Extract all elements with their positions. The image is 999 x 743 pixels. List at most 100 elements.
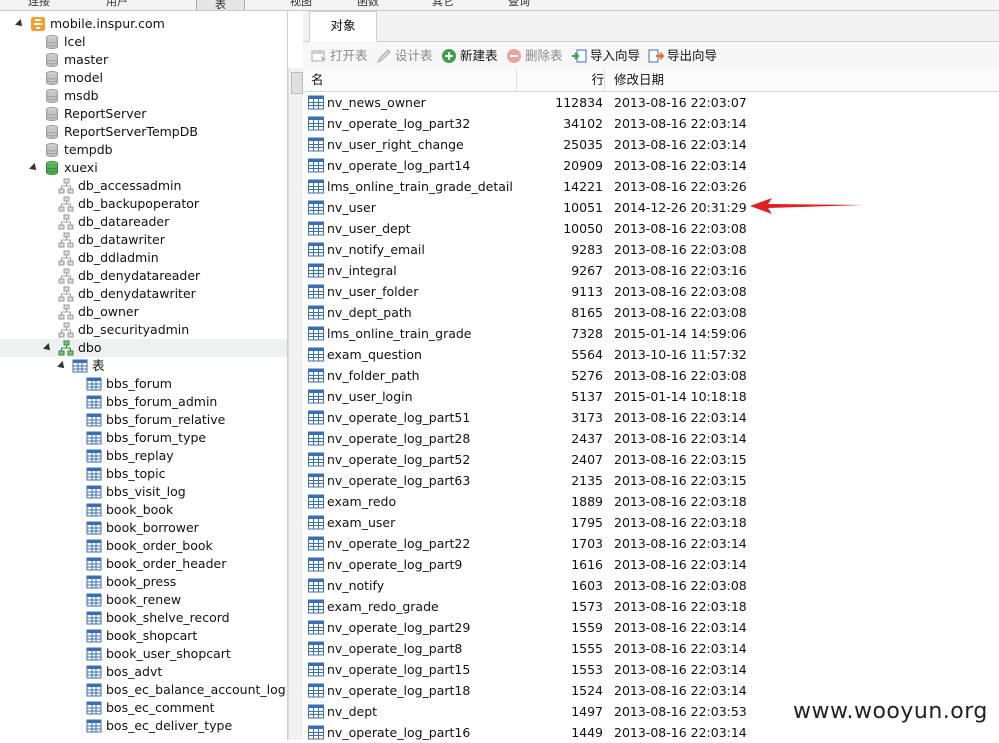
row-count: 1524 [571, 683, 603, 698]
tree-schema[interactable]: db_datareader [0, 213, 287, 231]
row-modified: 2013-08-16 22:03:08 [614, 305, 747, 320]
expand-arrow-icon[interactable] [29, 163, 39, 173]
tree-db[interactable]: ReportServerTempDB [0, 123, 287, 141]
tree-table[interactable]: bbs_topic [0, 465, 287, 483]
tree-schema-open[interactable]: dbo [0, 339, 287, 357]
menu-query[interactable]: 查询 [508, 0, 530, 9]
tree-table[interactable]: bos_advt [0, 663, 287, 681]
row-count: 2407 [571, 452, 603, 467]
table-row[interactable]: nv_user 10051 2014-12-26 20:31:29 [303, 197, 999, 218]
tree-table[interactable]: book_renew [0, 591, 287, 609]
tree-tables-folder[interactable]: 表 [0, 357, 287, 375]
col-rows-header[interactable]: 行 [517, 69, 605, 91]
table-row[interactable]: nv_operate_log_part51 3173 2013-08-16 22:0… [303, 407, 999, 428]
table-icon [86, 665, 102, 679]
expand-arrow-icon[interactable] [15, 19, 25, 29]
tree-schema[interactable]: db_securityadmin [0, 321, 287, 339]
expand-arrow-icon[interactable] [57, 361, 67, 371]
table-row[interactable]: nv_user_dept 10050 2013-08-16 22:03:08 [303, 218, 999, 239]
menu-table[interactable]: 表 [196, 0, 245, 10]
table-row[interactable]: nv_user_login 5137 2015-01-14 10:18:18 [303, 386, 999, 407]
table-row[interactable]: nv_operate_log_part32 34102 2013-08-16 22:… [303, 113, 999, 134]
table-row[interactable]: exam_user 1795 2013-08-16 22:03:18 [303, 512, 999, 533]
tree-schema[interactable]: db_backupoperator [0, 195, 287, 213]
table-row[interactable]: nv_operate_log_part63 2135 2013-08-16 22:0… [303, 470, 999, 491]
tree-schema[interactable]: db_denydatawriter [0, 285, 287, 303]
table-row[interactable]: exam_question 5564 2013-10-16 11:57:32 [303, 344, 999, 365]
menu-connect[interactable]: 连接 [28, 0, 50, 9]
table-row[interactable]: nv_operate_log_part15 1553 2013-08-16 22:0… [303, 659, 999, 680]
col-modified-header[interactable]: 修改日期 [605, 69, 994, 91]
table-row[interactable]: nv_notify_email 9283 2013-08-16 22:03:08 [303, 239, 999, 260]
table-row[interactable]: exam_redo_grade 1573 2013-08-16 22:03:18 [303, 596, 999, 617]
table-row[interactable]: nv_dept_path 8165 2013-08-16 22:03:08 [303, 302, 999, 323]
tree-table[interactable]: bbs_visit_log [0, 483, 287, 501]
row-modified: 2013-08-16 22:03:14 [614, 683, 747, 698]
tree-table[interactable]: book_press [0, 573, 287, 591]
table-row[interactable]: nv_notify 1603 2013-08-16 22:03:08 [303, 575, 999, 596]
tree-table[interactable]: bbs_forum_type [0, 429, 287, 447]
row-name: lms_online_train_grade [327, 326, 472, 341]
menu-view[interactable]: 视图 [290, 0, 312, 9]
tree-schema[interactable]: db_datawriter [0, 231, 287, 249]
table-row[interactable]: lms_online_train_grade_detail 14221 2013-0… [303, 176, 999, 197]
tree-db[interactable]: master [0, 51, 287, 69]
table-row[interactable]: nv_news_owner 112834 2013-08-16 22:03:07 [303, 92, 999, 113]
tree-schema[interactable]: db_accessadmin [0, 177, 287, 195]
tree-table[interactable]: bos_ec_comment [0, 699, 287, 717]
table-row[interactable]: nv_operate_log_part52 2407 2013-08-16 22:0… [303, 449, 999, 470]
table-row[interactable]: nv_folder_path 5276 2013-08-16 22:03:08 [303, 365, 999, 386]
table-row[interactable]: nv_operate_log_part8 1555 2013-08-16 22:03… [303, 638, 999, 659]
menu-function[interactable]: 函数 [357, 0, 379, 9]
tab-objects[interactable]: 对象 [309, 11, 377, 42]
tree-table[interactable]: book_book [0, 501, 287, 519]
tree-table[interactable]: book_order_book [0, 537, 287, 555]
table-icon [86, 467, 102, 481]
table-row[interactable]: exam_redo 1889 2013-08-16 22:03:18 [303, 491, 999, 512]
tree-table[interactable]: bbs_forum [0, 375, 287, 393]
table-row[interactable]: nv_operate_log_part28 2437 2013-08-16 22:0… [303, 428, 999, 449]
table-row[interactable]: nv_operate_log_part22 1703 2013-08-16 22:0… [303, 533, 999, 554]
menu-user[interactable]: 用户 [106, 0, 128, 9]
table-row[interactable]: lms_online_train_grade 7328 2015-01-14 14:… [303, 323, 999, 344]
tree-table[interactable]: book_borrower [0, 519, 287, 537]
table-icon [308, 431, 324, 446]
tree-schema[interactable]: db_owner [0, 303, 287, 321]
tree-table[interactable]: bbs_forum_admin [0, 393, 287, 411]
tree-db[interactable]: lcel [0, 33, 287, 51]
table-icon [308, 95, 324, 110]
tree-db[interactable]: tempdb [0, 141, 287, 159]
tree-table[interactable]: book_order_header [0, 555, 287, 573]
tree-table[interactable]: book_user_shopcart [0, 645, 287, 663]
table-row[interactable]: nv_operate_log_part9 1616 2013-08-16 22:03… [303, 554, 999, 575]
row-count: 25035 [563, 137, 603, 152]
tree-table[interactable]: book_shelve_record [0, 609, 287, 627]
table-row[interactable]: nv_operate_log_part14 20909 2013-08-16 22:… [303, 155, 999, 176]
tree-table[interactable]: book_shopcart [0, 627, 287, 645]
tree-table[interactable]: bos_ec_deliver_type [0, 717, 287, 735]
tree-db[interactable]: model [0, 69, 287, 87]
tree-server[interactable]: mobile.inspur.com [0, 15, 287, 33]
table-row[interactable]: nv_operate_log_part18 1524 2013-08-16 22:0… [303, 680, 999, 701]
tree-scrollbar[interactable] [288, 68, 303, 740]
table-row[interactable]: nv_operate_log_part29 1559 2013-08-16 22:0… [303, 617, 999, 638]
schema-icon [58, 322, 74, 338]
tree-table[interactable]: bbs_replay [0, 447, 287, 465]
tree-db-open[interactable]: xuexi [0, 159, 287, 177]
table-icon [86, 431, 102, 445]
row-name: exam_question [327, 347, 422, 362]
tree-db[interactable]: ReportServer [0, 105, 287, 123]
tree-schema[interactable]: db_denydatareader [0, 267, 287, 285]
tree-table[interactable]: bbs_forum_relative [0, 411, 287, 429]
menu-other[interactable]: 其它 [432, 0, 454, 9]
tree-table[interactable]: bos_ec_balance_account_log [0, 681, 287, 699]
scrollbar-thumb[interactable] [291, 72, 303, 94]
col-name-header[interactable]: 名 [303, 69, 517, 91]
tree-db[interactable]: msdb [0, 87, 287, 105]
table-row[interactable]: nv_user_right_change 25035 2013-08-16 22:0… [303, 134, 999, 155]
expand-arrow-icon[interactable] [43, 343, 53, 353]
table-row[interactable]: nv_user_folder 9113 2013-08-16 22:03:08 [303, 281, 999, 302]
table-row[interactable]: nv_integral 9267 2013-08-16 22:03:16 [303, 260, 999, 281]
table-icon [86, 701, 102, 715]
tree-schema[interactable]: db_ddladmin [0, 249, 287, 267]
